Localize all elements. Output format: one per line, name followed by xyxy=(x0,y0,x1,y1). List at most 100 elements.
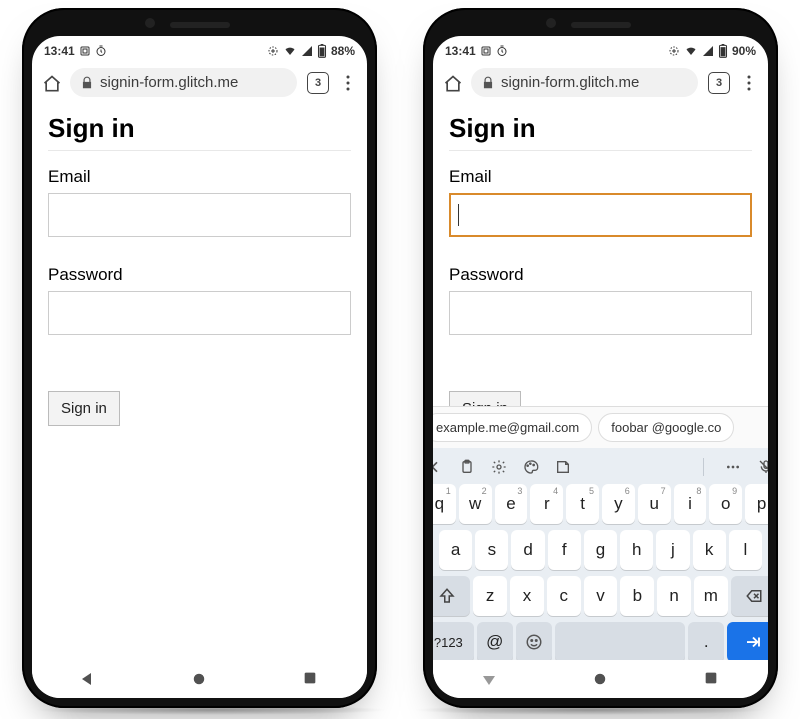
key-k[interactable]: k xyxy=(693,530,726,570)
emoji-key[interactable] xyxy=(516,622,552,660)
key-q[interactable]: q1 xyxy=(433,484,456,524)
key-g[interactable]: g xyxy=(584,530,617,570)
key-x[interactable]: x xyxy=(510,576,544,616)
divider xyxy=(449,150,752,151)
email-field[interactable] xyxy=(48,193,351,237)
password-field[interactable] xyxy=(48,291,351,335)
data-saver-icon xyxy=(267,45,279,57)
mic-off-icon[interactable] xyxy=(758,459,768,475)
password-field[interactable] xyxy=(449,291,752,335)
key-s[interactable]: s xyxy=(475,530,508,570)
shift-key[interactable] xyxy=(433,576,470,616)
key-t[interactable]: t5 xyxy=(566,484,599,524)
status-battery: 88% xyxy=(331,44,355,58)
key-w[interactable]: w2 xyxy=(459,484,492,524)
key-v[interactable]: v xyxy=(584,576,618,616)
key-o[interactable]: o9 xyxy=(709,484,742,524)
keyboard-toolbar xyxy=(433,454,768,478)
key-i[interactable]: i8 xyxy=(674,484,707,524)
divider xyxy=(48,150,351,151)
nav-recent-icon[interactable] xyxy=(302,670,320,688)
key-u[interactable]: u7 xyxy=(638,484,671,524)
key-e[interactable]: e3 xyxy=(495,484,528,524)
battery-icon xyxy=(718,44,728,58)
backspace-key[interactable] xyxy=(731,576,768,616)
screenshot-icon xyxy=(480,45,492,57)
keyboard-row: q1w2e3r4t5y6u7i8o9p0 xyxy=(433,484,768,524)
nav-home-icon[interactable] xyxy=(190,670,208,688)
tab-count-button[interactable]: 3 xyxy=(708,72,730,94)
sign-in-button[interactable]: Sign in xyxy=(48,391,120,426)
status-bar: 13:41 xyxy=(32,36,367,62)
nav-back-icon[interactable] xyxy=(480,670,498,688)
palette-icon[interactable] xyxy=(523,459,539,475)
more-icon[interactable] xyxy=(724,459,742,475)
address-bar[interactable]: signin-form.glitch.me xyxy=(471,68,698,97)
soft-keyboard: q1w2e3r4t5y6u7i8o9p0 asdfghjkl zxcvbnm xyxy=(433,448,768,660)
key-c[interactable]: c xyxy=(547,576,581,616)
home-icon[interactable] xyxy=(443,74,461,92)
phone-screen: 13:41 xyxy=(433,36,768,698)
key-f[interactable]: f xyxy=(548,530,581,570)
page-content: Sign in Email Password Sign in xyxy=(433,105,768,660)
menu-icon[interactable] xyxy=(339,74,357,92)
home-icon[interactable] xyxy=(42,74,60,92)
clipboard-icon[interactable] xyxy=(459,459,475,475)
period-key[interactable]: . xyxy=(688,622,724,660)
status-battery: 90% xyxy=(732,44,756,58)
keyboard-overlay: example.me@gmail.com foobar @google.co xyxy=(433,406,768,660)
key-h[interactable]: h xyxy=(620,530,653,570)
sticker-icon[interactable] xyxy=(555,459,571,475)
url-text: signin-form.glitch.me xyxy=(100,74,238,91)
phone-left: 13:41 xyxy=(22,8,377,708)
key-j[interactable]: j xyxy=(656,530,689,570)
key-m[interactable]: m xyxy=(694,576,728,616)
key-r[interactable]: r4 xyxy=(530,484,563,524)
phone-camera xyxy=(546,18,556,28)
password-label: Password xyxy=(449,265,752,285)
key-l[interactable]: l xyxy=(729,530,762,570)
lock-icon xyxy=(481,76,495,90)
nav-back-icon[interactable] xyxy=(79,670,97,688)
phone-right: 13:41 xyxy=(423,8,778,708)
key-d[interactable]: d xyxy=(511,530,544,570)
page-content: Sign in Email Password Sign in xyxy=(32,105,367,660)
chevron-left-icon[interactable] xyxy=(433,459,443,475)
nav-home-icon[interactable] xyxy=(591,670,609,688)
nav-recent-icon[interactable] xyxy=(703,670,721,688)
tab-count-button[interactable]: 3 xyxy=(307,72,329,94)
at-key[interactable]: @ xyxy=(477,622,513,660)
android-nav-bar xyxy=(433,660,768,698)
space-key[interactable] xyxy=(555,622,685,660)
autofill-suggestion[interactable]: foobar @google.co xyxy=(598,413,734,442)
gear-icon[interactable] xyxy=(491,459,507,475)
address-bar[interactable]: signin-form.glitch.me xyxy=(70,68,297,97)
wifi-icon xyxy=(684,45,698,57)
email-field[interactable] xyxy=(449,193,752,237)
autofill-suggestion[interactable]: example.me@gmail.com xyxy=(433,413,592,442)
key-p[interactable]: p0 xyxy=(745,484,768,524)
browser-toolbar: signin-form.glitch.me 3 xyxy=(433,62,768,105)
phone-speaker xyxy=(170,22,230,28)
symbols-key[interactable]: ?123 xyxy=(433,622,474,660)
keyboard-row: ?123 @ . xyxy=(433,622,768,660)
timer-icon xyxy=(95,45,107,57)
key-a[interactable]: a xyxy=(439,530,472,570)
key-b[interactable]: b xyxy=(620,576,654,616)
key-z[interactable]: z xyxy=(473,576,507,616)
email-label: Email xyxy=(48,167,351,187)
lock-icon xyxy=(80,76,94,90)
phone-speaker xyxy=(571,22,631,28)
browser-toolbar: signin-form.glitch.me 3 xyxy=(32,62,367,105)
email-label: Email xyxy=(449,167,752,187)
keyboard-row: zxcvbnm xyxy=(433,576,768,616)
menu-icon[interactable] xyxy=(740,74,758,92)
enter-key[interactable] xyxy=(727,622,768,660)
battery-icon xyxy=(317,44,327,58)
android-nav-bar xyxy=(32,660,367,698)
phone-screen: 13:41 xyxy=(32,36,367,698)
key-y[interactable]: y6 xyxy=(602,484,635,524)
wifi-icon xyxy=(283,45,297,57)
autofill-suggestions: example.me@gmail.com foobar @google.co xyxy=(433,406,768,448)
key-n[interactable]: n xyxy=(657,576,691,616)
